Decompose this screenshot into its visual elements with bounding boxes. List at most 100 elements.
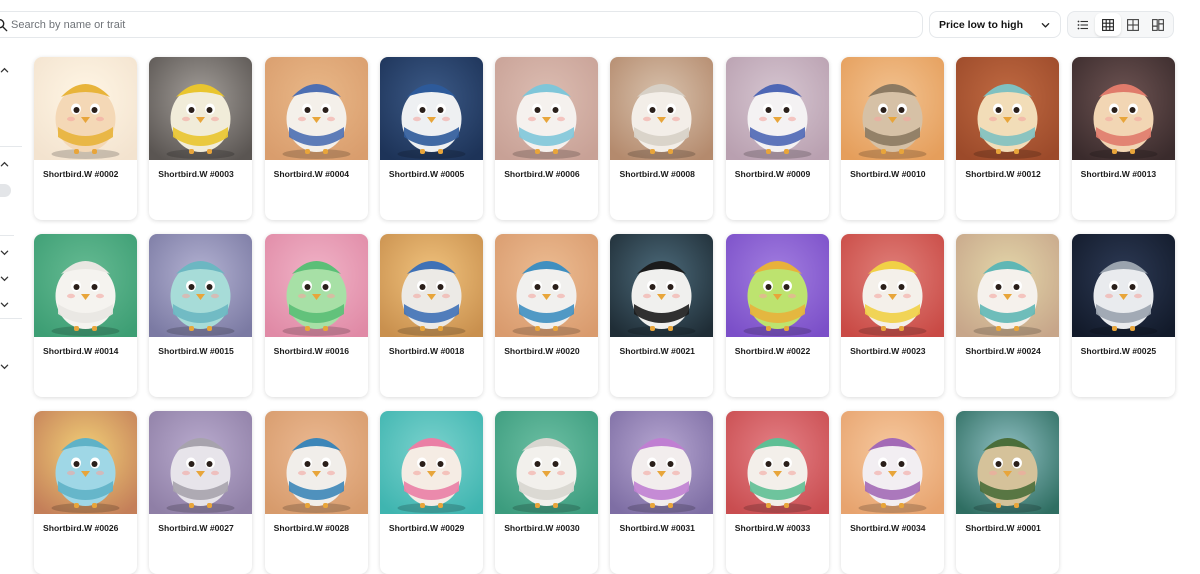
chevron-up-icon[interactable] [0, 160, 9, 169]
nft-name: Shortbird.W #0002 [43, 169, 119, 179]
chevron-down-icon[interactable] [0, 274, 9, 283]
nft-image [149, 234, 253, 337]
nft-image [841, 411, 945, 514]
nft-card[interactable]: Shortbird.W #0034 [841, 411, 945, 574]
nft-name: Shortbird.W #0015 [158, 346, 234, 356]
nft-image [725, 234, 829, 337]
grid-large-view-button[interactable] [1121, 13, 1146, 36]
nft-card[interactable]: Shortbird.W #0023 [841, 234, 945, 397]
nft-card[interactable]: Shortbird.W #0025 [1071, 234, 1175, 397]
nft-card[interactable]: Shortbird.W #0031 [610, 411, 714, 574]
grid-small-view-button[interactable] [1095, 13, 1121, 36]
nft-card[interactable]: Shortbird.W #0026 [34, 411, 137, 574]
nft-card[interactable]: Shortbird.W #0014 [34, 234, 137, 397]
nft-name: Shortbird.W #0014 [43, 346, 119, 356]
nft-name: Shortbird.W #0005 [388, 169, 465, 179]
nft-name: Shortbird.W #0013 [1080, 169, 1157, 179]
nft-name: Shortbird.W #0030 [504, 523, 580, 533]
nft-card[interactable]: Shortbird.W #0015 [149, 234, 253, 397]
masonry-view-button[interactable] [1146, 13, 1171, 36]
sidebar-divider [0, 146, 22, 147]
nft-card[interactable]: Shortbird.W #0005 [379, 57, 483, 220]
nft-image [610, 411, 714, 514]
search-input[interactable] [11, 12, 891, 37]
view-mode-toggle [1067, 11, 1174, 38]
nft-name: Shortbird.W #0012 [965, 169, 1041, 179]
nft-image [956, 411, 1060, 514]
nft-card[interactable]: Shortbird.W #0022 [725, 234, 829, 397]
nft-name: Shortbird.W #0033 [734, 523, 811, 533]
nft-grid: Shortbird.W #0002 Shortbird.W #0003 Shortb… [34, 57, 1175, 574]
nft-card[interactable]: Shortbird.W #0002 [34, 57, 137, 220]
nft-image [264, 57, 368, 160]
nft-name: Shortbird.W #0008 [619, 169, 695, 179]
nft-name: Shortbird.W #0018 [388, 346, 465, 356]
nft-image [495, 234, 599, 337]
nft-card[interactable]: Shortbird.W #0020 [495, 234, 599, 397]
search-icon [0, 18, 8, 32]
sidebar-divider [0, 318, 22, 319]
nft-image [149, 57, 253, 160]
nft-image [956, 57, 1060, 160]
nft-name: Shortbird.W #0016 [273, 346, 350, 356]
masonry-view-icon [1152, 18, 1165, 31]
nft-name: Shortbird.W #0034 [850, 523, 926, 533]
nft-name: Shortbird.W #0021 [619, 346, 695, 356]
nft-card[interactable]: Shortbird.W #0024 [956, 234, 1060, 397]
nft-name: Shortbird.W #0001 [965, 523, 1041, 533]
nft-image [841, 57, 945, 160]
nft-name: Shortbird.W #0027 [158, 523, 234, 533]
chevron-up-icon[interactable] [0, 66, 9, 75]
nft-card[interactable]: Shortbird.W #0009 [725, 57, 829, 220]
nft-image [495, 411, 599, 514]
nft-card[interactable]: Shortbird.W #0030 [495, 411, 599, 574]
nft-name: Shortbird.W #0025 [1080, 346, 1157, 356]
nft-image [610, 57, 714, 160]
nft-name: Shortbird.W #0023 [850, 346, 926, 356]
filter-sidebar [0, 50, 22, 546]
toggle-switch[interactable] [0, 184, 11, 197]
nft-card[interactable]: Shortbird.W #0008 [610, 57, 714, 220]
nft-image [495, 57, 599, 160]
nft-card[interactable]: Shortbird.W #0027 [149, 411, 253, 574]
list-view-button[interactable] [1070, 13, 1095, 36]
nft-card[interactable]: Shortbird.W #0018 [379, 234, 483, 397]
nft-card[interactable]: Shortbird.W #0013 [1071, 57, 1175, 220]
nft-image [379, 411, 483, 514]
nft-card[interactable]: Shortbird.W #0006 [495, 57, 599, 220]
nft-card[interactable]: Shortbird.W #0033 [725, 411, 829, 574]
nft-image [34, 411, 137, 514]
nft-name: Shortbird.W #0009 [734, 169, 811, 179]
nft-image [34, 234, 137, 337]
chevron-down-icon [1041, 23, 1050, 28]
nft-name: Shortbird.W #0024 [965, 346, 1041, 356]
chevron-down-icon[interactable] [0, 248, 9, 257]
nft-card[interactable]: Shortbird.W #0016 [264, 234, 368, 397]
nft-card[interactable]: Shortbird.W #0003 [149, 57, 253, 220]
nft-card[interactable]: Shortbird.W #0029 [379, 411, 483, 574]
nft-card[interactable]: Shortbird.W #0021 [610, 234, 714, 397]
nft-card[interactable]: Shortbird.W #0010 [841, 57, 945, 220]
chevron-down-icon[interactable] [0, 362, 9, 371]
nft-image [956, 234, 1060, 337]
nft-name: Shortbird.W #0031 [619, 523, 695, 533]
nft-name: Shortbird.W #0022 [734, 346, 811, 356]
nft-name: Shortbird.W #0004 [273, 169, 350, 179]
nft-card[interactable]: Shortbird.W #0001 [956, 411, 1060, 574]
nft-image [149, 411, 253, 514]
nft-image [379, 234, 483, 337]
nft-name: Shortbird.W #0010 [850, 169, 926, 179]
nft-card[interactable]: Shortbird.W #0004 [264, 57, 368, 220]
search-bar[interactable] [0, 11, 923, 38]
sort-dropdown[interactable]: Price low to high [929, 11, 1061, 38]
chevron-down-icon[interactable] [0, 300, 9, 309]
nft-card[interactable]: Shortbird.W #0012 [956, 57, 1060, 220]
list-view-icon [1077, 20, 1088, 29]
nft-name: Shortbird.W #0026 [43, 523, 119, 533]
nft-image [610, 234, 714, 337]
nft-image [725, 411, 829, 514]
toolbar: Price low to high [0, 11, 1200, 39]
nft-card[interactable]: Shortbird.W #0028 [264, 411, 368, 574]
nft-image [1071, 57, 1175, 160]
nft-image [841, 234, 945, 337]
